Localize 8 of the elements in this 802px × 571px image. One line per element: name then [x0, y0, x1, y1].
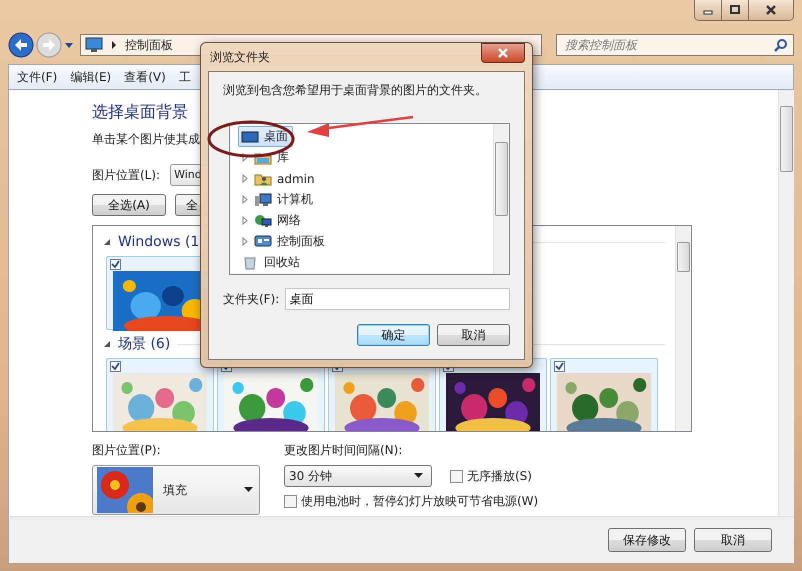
folder-label: 文件夹(F): [223, 290, 280, 308]
page-title: 选择桌面背景 [92, 102, 188, 123]
dialog-prompt: 浏览到包含您希望用于桌面背景的图片的文件夹。 [223, 82, 488, 99]
location-label: 图片位置(L): [92, 166, 160, 184]
interval-label: 更改图片时间间隔(N): [284, 442, 404, 459]
position-label: 图片位置(P): [92, 442, 162, 459]
dialog-title: 浏览文件夹 [210, 48, 270, 66]
page-subtitle: 单击某个图片使其成 [92, 131, 200, 148]
